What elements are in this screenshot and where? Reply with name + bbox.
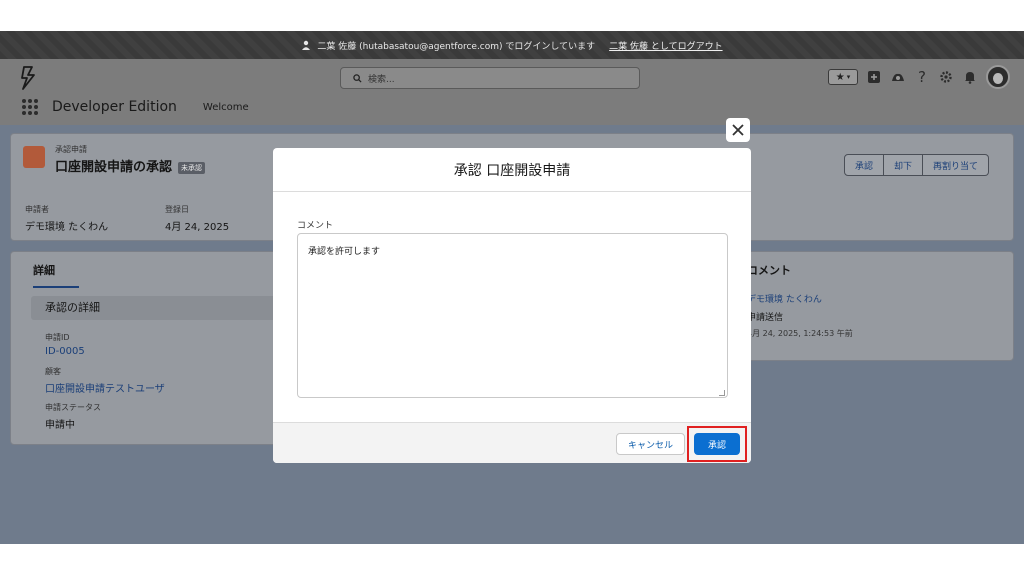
favorites-button[interactable]: ★ ▾ [828, 69, 858, 85]
comment-field-label: コメント [297, 221, 334, 231]
record-actions: 承認 却下 再割り当て [843, 154, 989, 176]
app-launcher-icon[interactable] [22, 99, 38, 115]
modal-close-button[interactable] [726, 118, 750, 142]
search-placeholder: 検索... [368, 74, 395, 85]
approval-icon [23, 146, 45, 168]
status-badge: 未承認 [178, 161, 206, 174]
app-name: Developer Edition [52, 99, 177, 115]
cancel-button[interactable]: キャンセル [616, 433, 685, 455]
tab-welcome[interactable]: Welcome [203, 102, 249, 113]
customer-link[interactable]: 口座開設申請テストユーザ [45, 380, 165, 395]
help-icon[interactable]: ? [914, 69, 930, 85]
record-type-label: 承認申請 [55, 145, 87, 154]
comment-timestamp: 4月 24, 2025, 1:24:53 午前 [747, 329, 853, 338]
app-logo-icon [21, 66, 35, 90]
gear-icon[interactable] [938, 69, 954, 85]
comments-title: コメント [747, 264, 791, 277]
close-icon [732, 124, 744, 136]
request-status-label: 申請ステータス [45, 403, 101, 412]
request-status-value: 申請中 [45, 420, 75, 431]
approve-modal: 承認 口座開設申請 コメント 承認を許可します キャンセル 承認 [273, 148, 751, 463]
add-icon[interactable] [866, 69, 882, 85]
reject-action-button[interactable]: 却下 [883, 154, 923, 176]
comment-author-link[interactable]: デモ環境 たくわん [747, 292, 822, 305]
record-title: 口座開設申請の承認 未承認 [55, 156, 206, 175]
modal-title: 承認 口座開設申請 [453, 162, 571, 179]
user-icon [302, 40, 311, 50]
chevron-down-icon: ▾ [846, 73, 851, 81]
approve-button[interactable]: 承認 [694, 433, 740, 455]
modal-body: コメント 承認を許可します [273, 192, 751, 422]
applicant-label: 申請者 [25, 205, 49, 214]
login-as-banner: 二葉 佐藤 (hutabasatou@agentforce.com) でログイン… [0, 31, 1024, 59]
global-header: 検索... ★ ▾ ? Developer Edition Welcome [0, 59, 1024, 125]
resize-handle-icon[interactable] [719, 390, 725, 396]
tab-details[interactable]: 詳細 [33, 262, 79, 288]
applicant-value: デモ環境 たくわん [25, 222, 109, 233]
user-avatar[interactable] [986, 65, 1010, 89]
comment-textarea[interactable]: 承認を許可します [297, 233, 728, 398]
search-input[interactable]: 検索... [340, 67, 640, 89]
date-label: 登録日 [165, 205, 189, 214]
search-icon [353, 73, 362, 83]
approve-action-button[interactable]: 承認 [843, 154, 884, 176]
modal-header: 承認 口座開設申請 [273, 148, 751, 192]
date-value: 4月 24, 2025 [165, 222, 230, 233]
section-approval-details[interactable]: 承認の詳細 [31, 296, 289, 320]
reassign-action-button[interactable]: 再割り当て [922, 154, 989, 176]
record-title-text: 口座開設申請の承認 [55, 160, 173, 175]
app-window: 二葉 佐藤 (hutabasatou@agentforce.com) でログイン… [0, 31, 1024, 544]
trailhead-icon[interactable] [890, 69, 906, 85]
comment-action: 申請送信 [747, 313, 784, 323]
login-as-text: 二葉 佐藤 (hutabasatou@agentforce.com) でログイン… [317, 41, 596, 52]
star-icon: ★ [835, 71, 845, 83]
bell-icon[interactable] [962, 69, 978, 85]
modal-footer: キャンセル 承認 [273, 422, 751, 463]
logout-link[interactable]: 二葉 佐藤 としてログアウト [609, 39, 722, 52]
request-id-label: 申請ID [45, 333, 70, 342]
header-utility-icons: ★ ▾ ? [828, 65, 1010, 89]
request-id-link[interactable]: ID-0005 [45, 346, 85, 357]
app-nav-row: Developer Edition Welcome [22, 99, 249, 115]
customer-label: 顧客 [45, 367, 61, 376]
